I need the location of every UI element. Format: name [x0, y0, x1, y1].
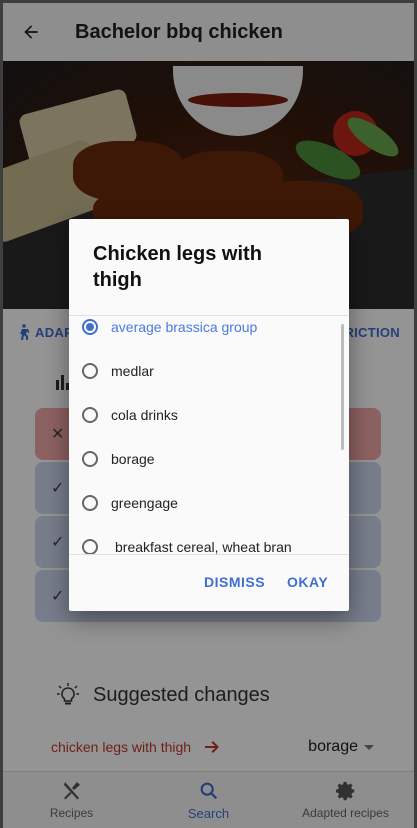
radio-unchecked-icon [82, 495, 98, 511]
option-radio-item[interactable]: breakfast cereal, wheat bran [69, 525, 339, 554]
radio-unchecked-icon [82, 407, 98, 423]
dismiss-button[interactable]: DISMISS [204, 574, 265, 590]
option-radio-item[interactable]: average brassica group [69, 316, 339, 349]
radio-unchecked-icon [82, 363, 98, 379]
option-radio-item[interactable]: cola drinks [69, 393, 339, 437]
divider [69, 554, 349, 555]
option-radio-item[interactable]: borage [69, 437, 339, 481]
radio-unchecked-icon [82, 539, 98, 554]
option-list[interactable]: average brassica group medlar cola drink… [69, 316, 349, 554]
substitute-dialog: Chicken legs with thigh average brassica… [69, 219, 349, 611]
radio-checked-icon [82, 319, 98, 335]
radio-unchecked-icon [82, 451, 98, 467]
option-radio-item[interactable]: greengage [69, 481, 339, 525]
scrollbar[interactable] [341, 324, 344, 450]
option-radio-item[interactable]: medlar [69, 349, 339, 393]
dialog-title: Chicken legs with thigh [93, 243, 262, 291]
okay-button[interactable]: OKAY [287, 574, 328, 590]
